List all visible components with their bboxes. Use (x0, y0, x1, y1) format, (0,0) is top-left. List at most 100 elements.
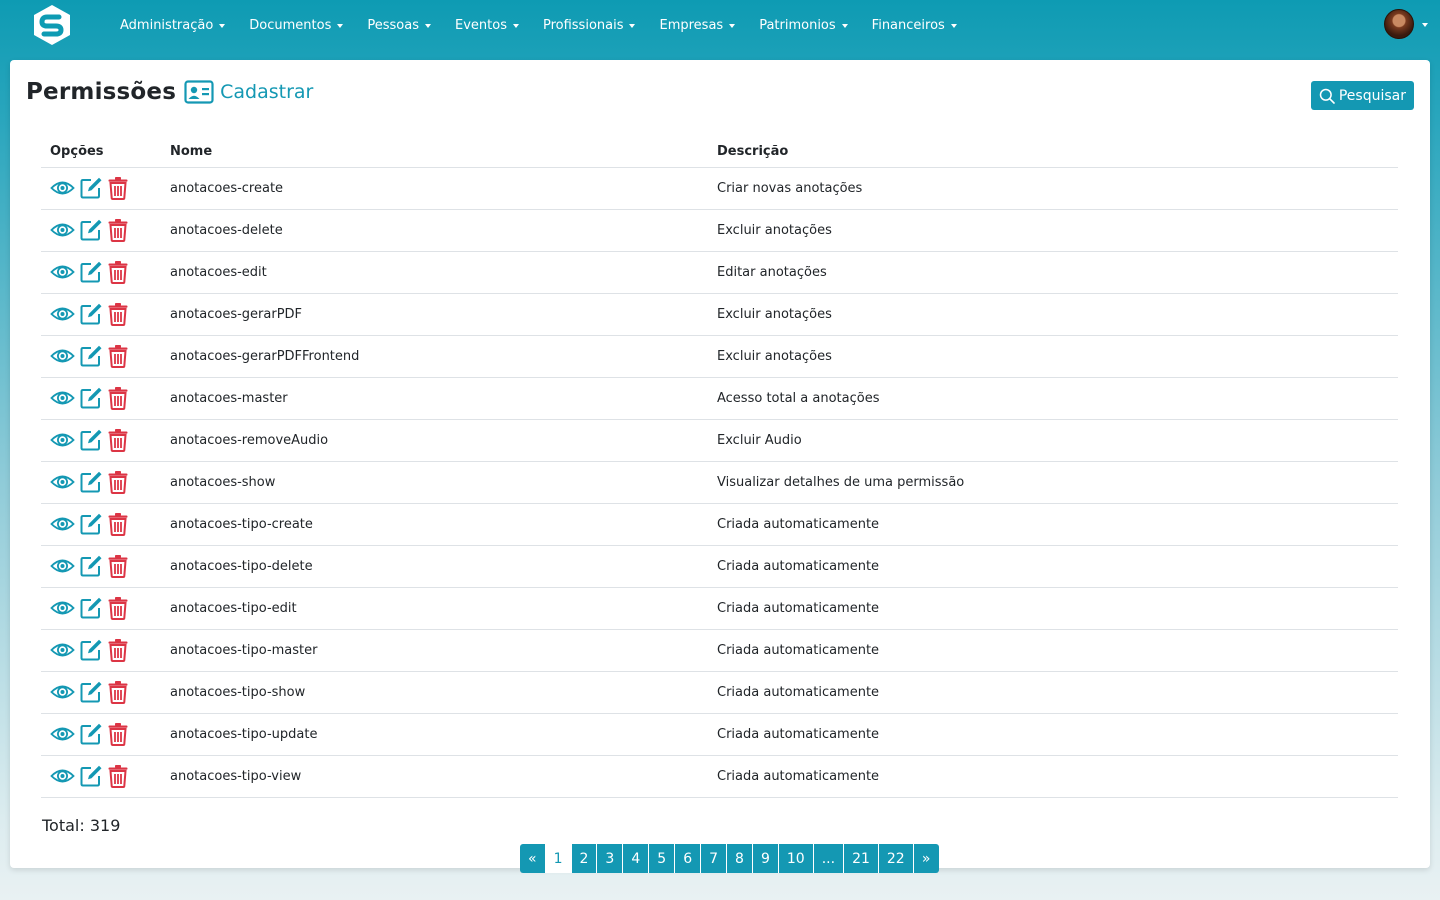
edit-icon (79, 218, 103, 242)
nav-item-label: Pessoas (367, 17, 419, 33)
delete-button[interactable] (107, 428, 129, 452)
nav-item-pessoas[interactable]: Pessoas (355, 0, 443, 50)
row-actions-cell (41, 461, 161, 504)
s-logo-icon[interactable] (30, 4, 74, 46)
delete-button[interactable] (107, 722, 129, 746)
delete-button[interactable] (107, 176, 129, 200)
edit-button[interactable] (79, 260, 103, 284)
edit-button[interactable] (79, 722, 103, 746)
pagination-page-21[interactable]: 21 (844, 844, 879, 873)
row-actions-cell (41, 251, 161, 294)
delete-button[interactable] (107, 386, 129, 410)
chevron-down-icon (1422, 23, 1428, 27)
register-link[interactable]: Cadastrar (184, 80, 313, 104)
delete-button[interactable] (107, 260, 129, 284)
row-actions-cell (41, 419, 161, 462)
view-button[interactable] (50, 682, 75, 702)
pagination-page-3[interactable]: 3 (597, 844, 624, 873)
table-row: anotacoes-edit Editar anotações (41, 251, 1398, 294)
delete-button[interactable] (107, 764, 129, 788)
pagination-page-2[interactable]: 2 (571, 844, 598, 873)
edit-button[interactable] (79, 428, 103, 452)
nav-item-financeiros[interactable]: Financeiros (860, 0, 969, 50)
edit-button[interactable] (79, 302, 103, 326)
view-button[interactable] (50, 766, 75, 786)
row-actions-cell (41, 545, 161, 588)
view-button[interactable] (50, 598, 75, 618)
delete-button[interactable] (107, 512, 129, 536)
pagination-ellipsis[interactable]: ... (813, 844, 845, 873)
edit-button[interactable] (79, 218, 103, 242)
pagination-page-5[interactable]: 5 (649, 844, 676, 873)
view-button[interactable] (50, 556, 75, 576)
trash-icon (107, 764, 129, 788)
search-icon (1319, 88, 1335, 104)
delete-button[interactable] (107, 596, 129, 620)
view-button[interactable] (50, 262, 75, 282)
trash-icon (107, 554, 129, 578)
pagination-page-7[interactable]: 7 (701, 844, 728, 873)
table-row: anotacoes-tipo-show Criada automaticament… (41, 671, 1398, 714)
pagination-page-8[interactable]: 8 (727, 844, 753, 873)
chevron-down-icon (950, 24, 957, 28)
edit-button[interactable] (79, 680, 103, 704)
delete-button[interactable] (107, 638, 129, 662)
user-menu[interactable] (1384, 9, 1428, 39)
edit-button[interactable] (79, 344, 103, 368)
table-header-row: Opções Nome Descrição (41, 136, 1398, 168)
delete-button[interactable] (107, 218, 129, 242)
pagination-page-10[interactable]: 10 (778, 844, 814, 873)
pagination-page-9[interactable]: 9 (752, 844, 779, 873)
delete-button[interactable] (107, 302, 129, 326)
nav-item-empresas[interactable]: Empresas (647, 0, 747, 50)
view-button[interactable] (50, 724, 75, 744)
nav-item-patrimonios[interactable]: Patrimonios (747, 0, 859, 50)
avatar[interactable] (1384, 9, 1414, 39)
nav-item-eventos[interactable]: Eventos (443, 0, 531, 50)
delete-button[interactable] (107, 554, 129, 578)
edit-button[interactable] (79, 764, 103, 788)
permission-name: anotacoes-create (161, 167, 708, 210)
view-button[interactable] (50, 346, 75, 366)
delete-button[interactable] (107, 344, 129, 368)
pagination-page-4[interactable]: 4 (623, 844, 650, 873)
table-row: anotacoes-create Criar novas anotações (41, 167, 1398, 210)
view-button[interactable] (50, 304, 75, 324)
pagination-page-1[interactable]: 1 (545, 844, 572, 873)
eye-icon (50, 388, 75, 408)
edit-button[interactable] (79, 554, 103, 578)
view-button[interactable] (50, 514, 75, 534)
view-button[interactable] (50, 388, 75, 408)
view-button[interactable] (50, 430, 75, 450)
nav-item-label: Financeiros (871, 17, 945, 33)
view-button[interactable] (50, 472, 75, 492)
nav-item-profissionais[interactable]: Profissionais (531, 0, 648, 50)
total-count: Total: 319 (42, 816, 121, 835)
nav-item-administracao[interactable]: Administração (108, 0, 237, 50)
delete-button[interactable] (107, 680, 129, 704)
table-row: anotacoes-gerarPDFFrontend Excluir anotaç… (41, 335, 1398, 378)
row-actions-cell (41, 377, 161, 420)
row-actions-cell (41, 755, 161, 798)
view-button[interactable] (50, 640, 75, 660)
edit-icon (79, 722, 103, 746)
row-actions (50, 722, 152, 746)
pagination-next[interactable]: » (913, 844, 939, 873)
view-button[interactable] (50, 178, 75, 198)
pagination-prev[interactable]: « (520, 844, 546, 873)
permission-name: anotacoes-tipo-edit (161, 587, 708, 630)
nav-item-label: Administração (120, 17, 214, 33)
pagination-page-6[interactable]: 6 (675, 844, 702, 873)
edit-button[interactable] (79, 176, 103, 200)
search-button[interactable]: Pesquisar (1310, 81, 1414, 110)
nav-item-documentos[interactable]: Documentos (237, 0, 355, 50)
delete-button[interactable] (107, 470, 129, 494)
edit-button[interactable] (79, 596, 103, 620)
edit-button[interactable] (79, 512, 103, 536)
edit-button[interactable] (79, 386, 103, 410)
row-actions (50, 596, 152, 620)
edit-button[interactable] (79, 638, 103, 662)
pagination-page-22[interactable]: 22 (878, 844, 914, 873)
view-button[interactable] (50, 220, 75, 240)
edit-button[interactable] (79, 470, 103, 494)
